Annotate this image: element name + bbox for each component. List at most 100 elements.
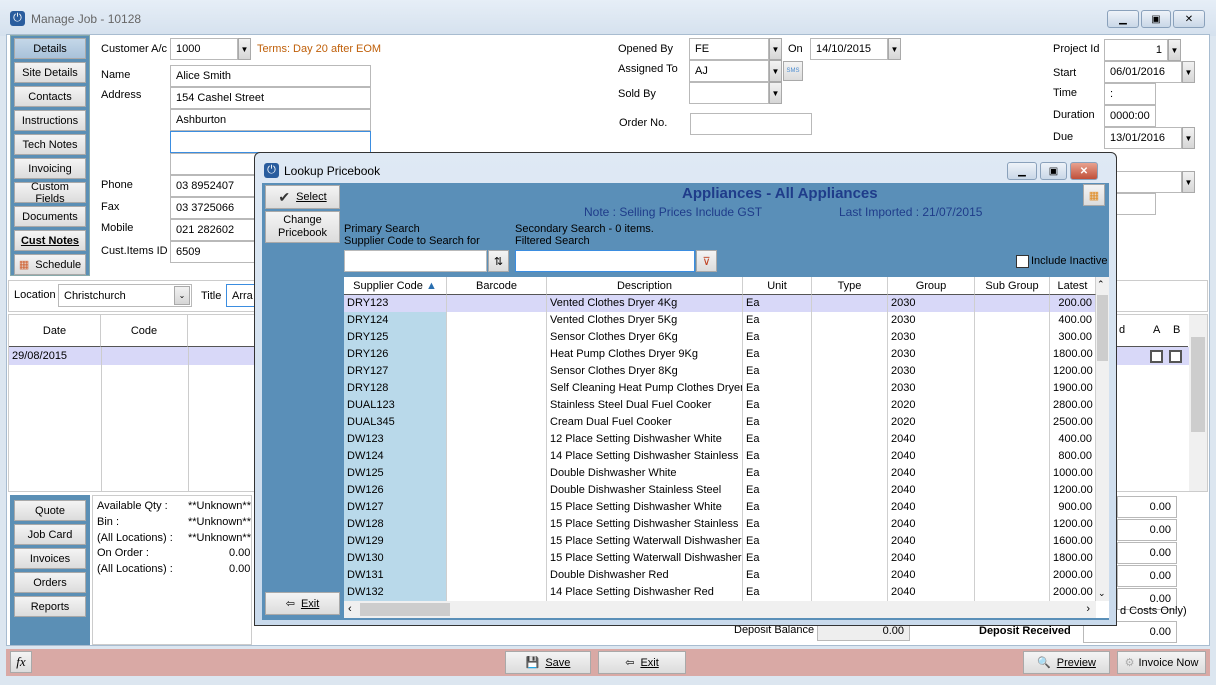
chevron-down-icon[interactable]: ▼ bbox=[1182, 171, 1195, 193]
pricebook-row[interactable]: DW130 15 Place Setting Waterwall Dishwash… bbox=[344, 550, 1096, 567]
pricebook-row[interactable]: DW123 12 Place Setting Dishwasher White Ea… bbox=[344, 431, 1096, 448]
checkbox-a[interactable] bbox=[1150, 350, 1163, 363]
pricebook-row[interactable]: DRY124 Vented Clothes Dryer 5Kg Ea 2030 400.… bbox=[344, 312, 1096, 329]
pricebook-row[interactable]: DW124 14 Place Setting Dishwasher Stainle… bbox=[344, 448, 1096, 465]
sms-button[interactable]: SMS bbox=[783, 61, 803, 81]
pricebook-row[interactable]: DRY128 Self Cleaning Heat Pump Clothes Dr… bbox=[344, 380, 1096, 397]
primary-search-input[interactable] bbox=[344, 250, 487, 272]
secondary-search-input[interactable] bbox=[515, 250, 695, 272]
nav-instructions-button[interactable]: Instructions bbox=[14, 110, 86, 131]
nav-contacts-button[interactable]: Contacts bbox=[14, 86, 86, 107]
vertical-scrollbar[interactable] bbox=[1189, 315, 1207, 491]
column-header[interactable]: Sub Group bbox=[975, 277, 1050, 295]
nav-cust-notes-button[interactable]: Cust Notes bbox=[14, 230, 86, 251]
invoice-now-button[interactable]: ⚙ Invoice Now bbox=[1117, 651, 1206, 674]
sold-by-field[interactable] bbox=[689, 82, 769, 104]
preview-button[interactable]: 🔍 Preview bbox=[1023, 651, 1110, 674]
nav-documents-button[interactable]: Documents bbox=[14, 206, 86, 227]
address-line1[interactable]: 154 Cashel Street bbox=[170, 87, 371, 109]
pricebook-row[interactable]: DW125 Double Dishwasher White Ea 2040 1000.0… bbox=[344, 465, 1096, 482]
nav-custom-fields-button[interactable]: Custom Fields bbox=[14, 181, 86, 205]
select-button[interactable]: ✔ Select bbox=[265, 185, 340, 209]
chevron-down-icon[interactable]: ▼ bbox=[238, 38, 251, 60]
time-field[interactable]: : bbox=[1104, 83, 1156, 105]
nav-site-details-button[interactable]: Site Details bbox=[14, 62, 86, 83]
formula-button[interactable]: fx bbox=[10, 651, 32, 673]
chevron-down-icon[interactable]: ▼ bbox=[1168, 39, 1181, 61]
duration-field[interactable]: 0000:00 bbox=[1104, 105, 1156, 127]
pricebook-row[interactable]: DUAL123 Stainless Steel Dual Fuel Cooker E… bbox=[344, 397, 1096, 414]
pricebook-row[interactable]: DUAL345 Cream Dual Fuel Cooker Ea 2020 2500.… bbox=[344, 414, 1096, 431]
column-header[interactable]: Unit bbox=[743, 277, 812, 295]
invoices-button[interactable]: Invoices bbox=[14, 548, 86, 569]
dialog-exit-button[interactable]: ⇦ Exit bbox=[265, 592, 340, 615]
location-field[interactable]: Christchurch bbox=[58, 284, 192, 307]
close-button[interactable]: ✕ bbox=[1173, 10, 1205, 28]
column-header[interactable]: Supplier Code ▲ bbox=[344, 277, 447, 295]
sort-search-button[interactable]: ⇅ bbox=[488, 250, 509, 272]
opened-by-field[interactable]: FE bbox=[689, 38, 769, 60]
chevron-down-icon[interactable]: ▼ bbox=[888, 38, 901, 60]
pricebook-row[interactable]: DRY123 Vented Clothes Dryer 4Kg Ea 2030 200.… bbox=[344, 295, 1096, 312]
opened-on-field[interactable]: 14/10/2015 bbox=[810, 38, 888, 60]
exit-button[interactable]: ⇦ Exit bbox=[598, 651, 686, 674]
project-id-field[interactable]: 1 bbox=[1104, 39, 1168, 61]
pricebook-row[interactable]: DW127 15 Place Setting Dishwasher White Ea… bbox=[344, 499, 1096, 516]
total-field[interactable]: 0.00 bbox=[1117, 496, 1177, 518]
column-header[interactable]: Description bbox=[547, 277, 743, 295]
clear-filter-button[interactable]: ⊽ bbox=[696, 250, 717, 272]
pricebook-row[interactable]: DW128 15 Place Setting Dishwasher Stainle… bbox=[344, 516, 1096, 533]
chevron-down-icon[interactable]: ▼ bbox=[1182, 61, 1195, 83]
column-chooser-button[interactable]: ▦ bbox=[1083, 184, 1105, 206]
dialog-minimize-button[interactable]: ▁ bbox=[1007, 162, 1037, 180]
pricebook-row[interactable]: DW131 Double Dishwasher Red Ea 2040 2000.00 bbox=[344, 567, 1096, 584]
reports-button[interactable]: Reports bbox=[14, 596, 86, 617]
pricebook-row[interactable]: DRY126 Heat Pump Clothes Dryer 9Kg Ea 2030 1… bbox=[344, 346, 1096, 363]
nav-tech-notes-button[interactable]: Tech Notes bbox=[14, 134, 86, 155]
nav-details-button[interactable]: Details bbox=[14, 38, 86, 59]
dialog-close-button[interactable]: ✕ bbox=[1070, 162, 1098, 180]
chevron-down-icon[interactable]: ⌄ bbox=[174, 286, 190, 305]
grid-horizontal-scrollbar[interactable]: ‹ › bbox=[344, 601, 1096, 618]
minimize-button[interactable]: ▁ bbox=[1107, 10, 1139, 28]
column-header[interactable]: Latest Co bbox=[1050, 277, 1096, 310]
checkbox-b[interactable] bbox=[1169, 350, 1182, 363]
pricebook-row[interactable]: DRY127 Sensor Clothes Dryer 8Kg Ea 2030 1200… bbox=[344, 363, 1096, 380]
pricebook-row[interactable]: DW132 14 Place Setting Dishwasher Red Ea 20… bbox=[344, 584, 1096, 601]
change-pricebook-button[interactable]: Change Pricebook bbox=[265, 211, 340, 243]
code-header[interactable]: Code bbox=[101, 315, 188, 347]
column-header[interactable]: Barcode bbox=[447, 277, 547, 295]
total-field[interactable]: 0.00 bbox=[1117, 519, 1177, 541]
total-field[interactable]: 0.00 bbox=[1117, 542, 1177, 564]
pricebook-row[interactable]: DRY125 Sensor Clothes Dryer 6Kg Ea 2030 300.… bbox=[344, 329, 1096, 346]
pricebook-row[interactable]: DW129 15 Place Setting Waterwall Dishwash… bbox=[344, 533, 1096, 550]
assigned-to-field[interactable]: AJ bbox=[689, 60, 769, 82]
include-inactive-checkbox[interactable] bbox=[1016, 255, 1029, 268]
maximize-button[interactable]: ▣ bbox=[1141, 10, 1171, 28]
nav-invoicing-button[interactable]: Invoicing bbox=[14, 158, 86, 179]
start-field[interactable]: 06/01/2016 bbox=[1104, 61, 1182, 83]
chevron-down-icon[interactable]: ▼ bbox=[769, 82, 782, 104]
chevron-down-icon[interactable]: ▼ bbox=[769, 60, 782, 82]
date-header[interactable]: Date bbox=[9, 315, 101, 347]
pricebook-row[interactable]: DW126 Double Dishwasher Stainless Steel Ea… bbox=[344, 482, 1096, 499]
job-card-button[interactable]: Job Card bbox=[14, 524, 86, 545]
total-field[interactable]: 0.00 bbox=[1117, 565, 1177, 587]
chevron-down-icon[interactable]: ▼ bbox=[1182, 127, 1195, 149]
quote-button[interactable]: Quote bbox=[14, 500, 86, 521]
save-button[interactable]: 💾 Save bbox=[505, 651, 591, 674]
column-header[interactable]: Group bbox=[888, 277, 975, 295]
address-line3[interactable] bbox=[170, 131, 371, 153]
name-field[interactable]: Alice Smith bbox=[170, 65, 371, 87]
chevron-down-icon[interactable]: ▼ bbox=[769, 38, 782, 60]
grid-vertical-scrollbar[interactable]: ⌃ ⌄ bbox=[1096, 277, 1109, 601]
orders-button[interactable]: Orders bbox=[14, 572, 86, 593]
due-field[interactable]: 13/01/2016 bbox=[1104, 127, 1182, 149]
address-line2[interactable]: Ashburton bbox=[170, 109, 371, 131]
nav-schedule-button[interactable]: ▦ Schedule bbox=[14, 254, 86, 275]
gear-icon: ⚙ bbox=[1124, 657, 1135, 669]
order-no-field[interactable] bbox=[690, 113, 812, 135]
customer-account-field[interactable]: 1000 bbox=[170, 38, 238, 60]
dialog-maximize-button[interactable]: ▣ bbox=[1040, 162, 1067, 180]
column-header[interactable]: Type bbox=[812, 277, 888, 295]
